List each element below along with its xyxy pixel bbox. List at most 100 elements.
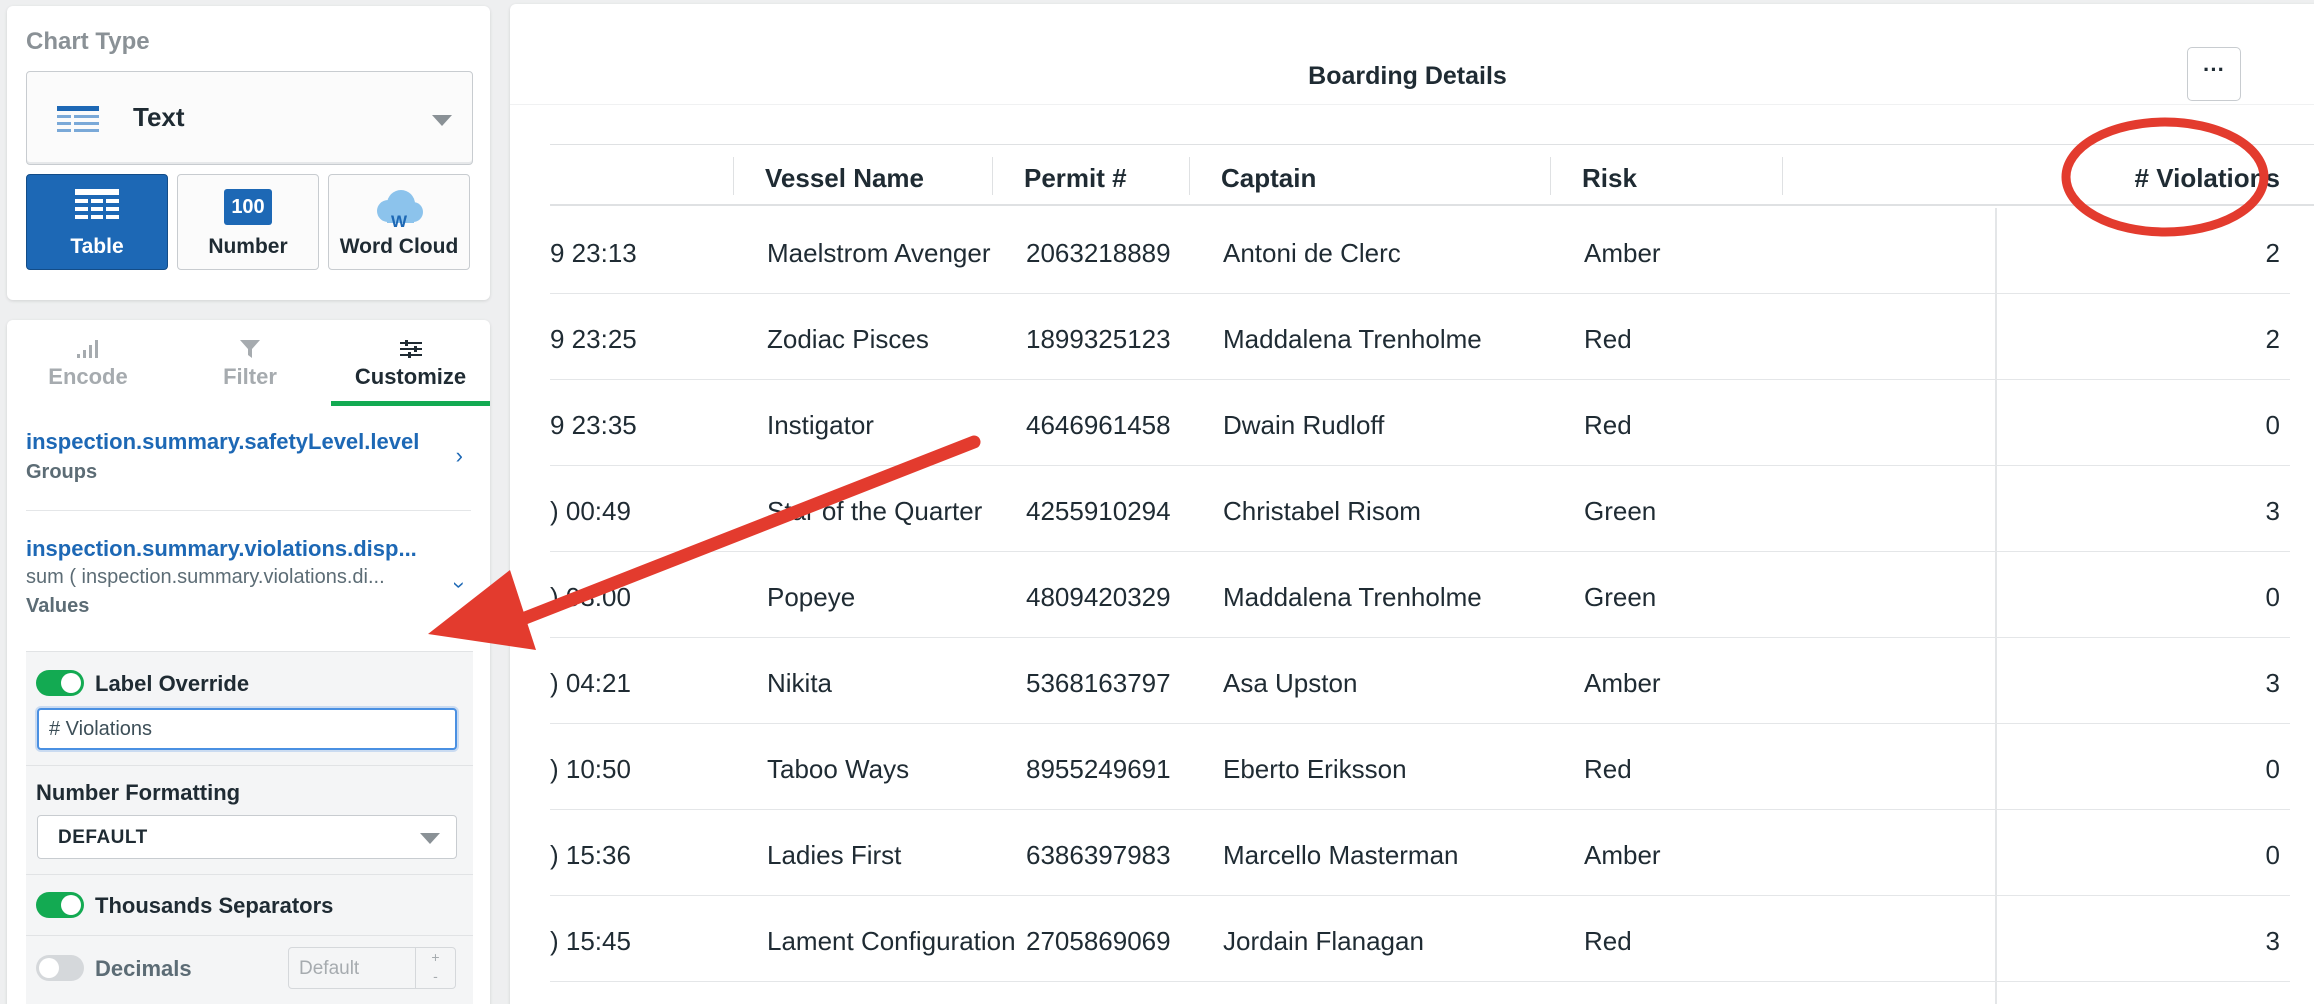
number-type-button[interactable]: 100 Number: [177, 174, 319, 270]
decimals-stepper[interactable]: + -: [415, 948, 455, 988]
tab-customize[interactable]: Customize: [331, 320, 490, 406]
groups-field-name: inspection.summary.safetyLevel.level: [26, 429, 420, 454]
table-row[interactable]: ) 10:50 Taboo Ways 8955249691 Eberto Erikss…: [550, 724, 2290, 810]
cell-vessel: Taboo Ways: [767, 754, 910, 784]
cell-violations: 3: [2265, 496, 2280, 526]
table-row[interactable]: ) 15:36 Ladies First 6386397983 Marcello Ma…: [550, 810, 2290, 896]
number-formatting-value: DEFAULT: [58, 827, 148, 848]
cell-permit: 8955249691: [1026, 754, 1171, 784]
word-cloud-type-button[interactable]: W Word Cloud: [328, 174, 470, 270]
cell-captain: Asa Upston: [1223, 668, 1358, 698]
label-override-label: Label Override: [95, 671, 250, 696]
cell-captain: Jordain Flanagan: [1223, 926, 1424, 956]
thousands-separators-toggle[interactable]: [36, 892, 84, 918]
label-override-input[interactable]: # Violations: [37, 708, 457, 750]
chart-type-select[interactable]: Text: [26, 71, 473, 165]
stepper-down-icon[interactable]: -: [416, 967, 455, 986]
column-header-vessel-name[interactable]: Vessel Name: [765, 163, 924, 194]
cell-permit: 1899325123: [1026, 324, 1171, 354]
table-icon: [75, 189, 119, 219]
cell-violations: 0: [2265, 754, 2280, 784]
word-cloud-type-label: Word Cloud: [339, 235, 459, 258]
config-tabs: Encode Filter Customize: [7, 320, 490, 406]
cell-captain: Maddalena Trenholme: [1223, 582, 1482, 612]
tab-filter[interactable]: Filter: [169, 320, 331, 406]
funnel-icon: [240, 340, 260, 358]
label-override-toggle[interactable]: [36, 670, 84, 696]
values-field[interactable]: inspection.summary.violations.disp... su…: [26, 536, 472, 618]
cell-vessel: Ladies First: [767, 840, 902, 870]
cell-time: ) 15:45: [550, 926, 631, 956]
cell-violations: 0: [2265, 582, 2280, 612]
tab-customize-label: Customize: [354, 364, 467, 389]
decimals-label: Decimals: [95, 956, 192, 981]
groups-field-role: Groups: [26, 461, 98, 483]
app-root: Chart Type Text Table 100 Number W Word …: [0, 0, 2314, 1004]
cell-violations: 2: [2265, 324, 2280, 354]
chart-type-title: Chart Type: [26, 28, 150, 55]
groups-field[interactable]: inspection.summary.safetyLevel.level Gro…: [26, 429, 471, 484]
cell-vessel: Zodiac Pisces: [767, 324, 929, 354]
table-row[interactable]: ) 00:49 Star of the Quarter 4255910294 Chri…: [550, 466, 2290, 552]
svg-text:W: W: [391, 212, 408, 229]
cell-vessel: Maelstrom Avenger: [767, 238, 991, 268]
number-type-label: Number: [208, 235, 288, 258]
cell-captain: Antoni de Clerc: [1223, 238, 1401, 268]
cell-risk: Green: [1584, 582, 1657, 612]
decimals-input[interactable]: Default + -: [288, 947, 456, 989]
stepper-up-icon[interactable]: +: [416, 948, 455, 967]
options-divider: [26, 935, 473, 936]
cell-risk: Green: [1584, 496, 1657, 526]
column-header-violations[interactable]: # Violations: [2135, 163, 2280, 194]
cell-violations: 3: [2265, 926, 2280, 956]
cell-risk: Red: [1584, 754, 1632, 784]
cell-risk: Amber: [1584, 668, 1661, 698]
table-row[interactable]: 9 23:35 Instigator 4646961458 Dwain Rudloff…: [550, 380, 2290, 466]
text-table-icon: [57, 106, 99, 132]
cell-time: 9 23:13: [550, 238, 637, 268]
chevron-right-icon[interactable]: ›: [456, 443, 463, 469]
field-divider: [26, 510, 471, 511]
cell-time: 9 23:35: [550, 410, 637, 440]
table-row[interactable]: ) 03:00 Popeye 4809420329 Maddalena Trenhol…: [550, 552, 2290, 638]
number-badge-icon: 100: [224, 189, 272, 225]
chart-menu-button[interactable]: ···: [2187, 47, 2241, 101]
chevron-down-icon[interactable]: ›: [446, 581, 472, 588]
cell-time: ) 03:00: [550, 582, 631, 612]
cell-violations: 0: [2265, 840, 2280, 870]
decimals-toggle[interactable]: [36, 955, 84, 981]
values-field-aggregation: sum ( inspection.summary.violations.di..…: [26, 566, 385, 588]
thousands-separators-label: Thousands Separators: [95, 893, 334, 918]
table-row[interactable]: ) 15:45 Lament Configuration 2705869069 Jor…: [550, 896, 2290, 982]
table-row[interactable]: 9 23:13 Maelstrom Avenger 2063218889 Antoni…: [550, 208, 2290, 294]
cell-time: ) 04:21: [550, 668, 631, 698]
column-divider: [733, 157, 734, 195]
tab-encode[interactable]: Encode: [7, 320, 169, 406]
value-options-panel: Label Override # Violations Number Forma…: [26, 651, 473, 1004]
column-header-captain[interactable]: Captain: [1221, 163, 1316, 194]
cell-risk: Amber: [1584, 840, 1661, 870]
column-header-permit[interactable]: Permit #: [1024, 163, 1127, 194]
column-header-risk[interactable]: Risk: [1582, 163, 1637, 194]
cell-risk: Red: [1584, 324, 1632, 354]
title-divider: [510, 104, 2314, 105]
config-panel: Encode Filter Customize inspection.summa…: [7, 320, 490, 1004]
cell-vessel: Popeye: [767, 582, 856, 612]
data-table: Vessel Name Permit # Captain Risk # Viol…: [550, 144, 2314, 1004]
table-row[interactable]: ) 04:21 Nikita 5368163797 Asa Upston Amber 3: [550, 638, 2290, 724]
decimals-placeholder: Default: [299, 958, 360, 979]
chart-panel: Boarding Details ··· Vessel Name Permit …: [510, 4, 2314, 1004]
options-divider: [26, 874, 473, 875]
cell-permit: 6386397983: [1026, 840, 1171, 870]
table-type-button[interactable]: Table: [26, 174, 168, 270]
tab-encode-label: Encode: [48, 364, 128, 389]
cell-captain: Maddalena Trenholme: [1223, 324, 1482, 354]
number-formatting-select[interactable]: DEFAULT: [37, 815, 457, 859]
cell-permit: 4255910294: [1026, 496, 1171, 526]
table-type-label: Table: [70, 235, 124, 258]
cell-permit: 4809420329: [1026, 582, 1171, 612]
table-row[interactable]: 9 23:25 Zodiac Pisces 1899325123 Maddalena …: [550, 294, 2290, 380]
column-divider: [992, 157, 993, 195]
cell-captain: Dwain Rudloff: [1223, 410, 1385, 440]
options-divider: [26, 765, 473, 766]
